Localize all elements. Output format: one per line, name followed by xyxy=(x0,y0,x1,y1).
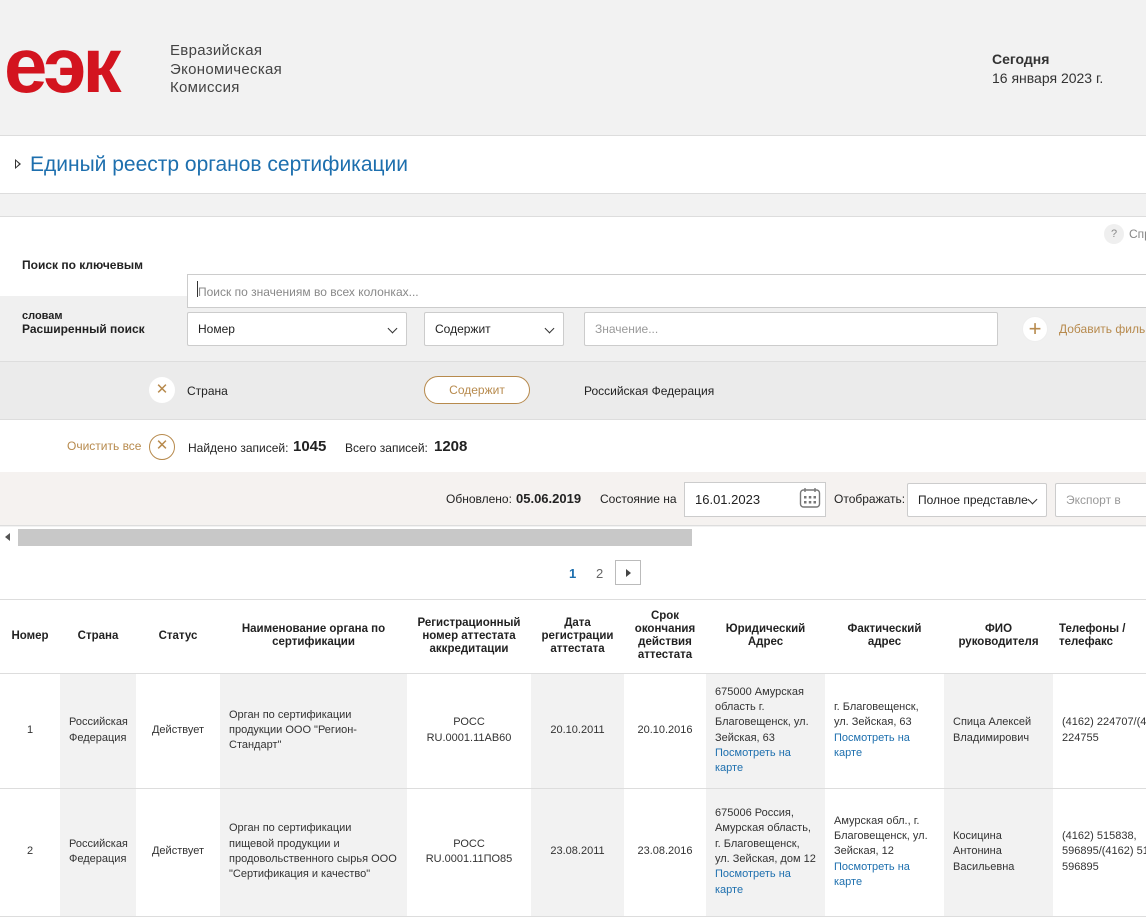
table-header-row: Номер Страна Статус Наименование органа … xyxy=(0,600,1146,674)
column-header[interactable]: ФИО руководителя xyxy=(944,600,1053,674)
eek-logo[interactable]: еэк xyxy=(4,28,160,106)
view-on-map-link[interactable]: Посмотреть на карте xyxy=(834,860,935,891)
clear-all-button[interactable]: Очистить все xyxy=(67,439,141,453)
chevron-down-icon xyxy=(1027,494,1038,505)
export-select[interactable]: Экспорт в xyxy=(1055,483,1146,517)
chevron-down-icon xyxy=(544,323,555,334)
help-link[interactable]: Спр xyxy=(1129,227,1146,241)
org-name: Евразийская Экономическая Комиссия xyxy=(170,42,282,98)
cell-legal-address: 675006 Россия, Амурская область, г. Благ… xyxy=(706,788,825,917)
display-mode-value: Полное представле xyxy=(918,493,1028,507)
org-name-line-3: Комиссия xyxy=(170,79,240,96)
logo-text: еэк xyxy=(4,28,122,106)
found-label: Найдено записей: xyxy=(188,441,289,455)
column-header[interactable]: Срок окончания действия аттестата xyxy=(624,600,706,674)
clear-all-icon[interactable]: ✕ xyxy=(149,434,175,460)
remove-filter-icon[interactable]: ✕ xyxy=(149,377,175,403)
table-row[interactable]: 2 Российская Федерация Действует Орган п… xyxy=(0,788,1146,917)
column-header[interactable]: Юридический Адрес xyxy=(706,600,825,674)
cell-phones: (4162) 224707/(4162) 224755 xyxy=(1053,673,1146,789)
cell-name: Орган по сертификации пищевой продукции … xyxy=(220,788,407,917)
actual-address-text: г. Благовещенск, ул. Зейская, 63 xyxy=(834,700,919,729)
column-header[interactable]: Страна xyxy=(60,600,136,674)
export-select-value: Экспорт в xyxy=(1066,493,1121,507)
found-count: 1045 xyxy=(293,438,327,455)
cell-actual-address: Амурская обл., г. Благовещенск, ул. Зейс… xyxy=(825,788,944,917)
column-header[interactable]: Дата регистрации аттестата xyxy=(531,600,624,674)
active-filter-field: Страна xyxy=(187,384,228,398)
cell-reg-date: 20.10.2011 xyxy=(531,673,624,789)
calendar-icon[interactable] xyxy=(799,487,821,509)
view-on-map-link[interactable]: Посмотреть на карте xyxy=(715,867,816,898)
actual-address-text: Амурская обл., г. Благовещенск, ул. Зейс… xyxy=(834,814,928,858)
column-header[interactable]: Телефоны / телефакс xyxy=(1053,600,1146,674)
org-name-line-2: Экономическая xyxy=(170,60,283,78)
cell-end-date: 23.08.2016 xyxy=(624,788,706,917)
view-on-map-link[interactable]: Посмотреть на карте xyxy=(715,746,816,777)
text-cursor xyxy=(197,281,198,297)
column-header[interactable]: Фактический адрес xyxy=(825,600,944,674)
results-table-wrapper: Номер Страна Статус Наименование органа … xyxy=(0,599,1146,917)
cell-actual-address: г. Благовещенск, ул. Зейская, 63 Посмотр… xyxy=(825,673,944,789)
chevron-down-icon xyxy=(387,323,398,334)
cell-country: Российская Федерация xyxy=(60,673,136,789)
cell-end-date: 20.10.2016 xyxy=(624,673,706,789)
next-page-button[interactable] xyxy=(615,560,641,585)
cell-status: Действует xyxy=(136,673,220,789)
keyword-search-label-2: словам xyxy=(22,310,63,322)
legal-address-text: 675000 Амурская область г. Благовещенск,… xyxy=(715,685,809,744)
results-table: Номер Страна Статус Наименование органа … xyxy=(0,600,1146,917)
today-date: 16 января 2023 г. xyxy=(992,70,1104,86)
total-label: Всего записей: xyxy=(345,441,428,455)
today-label: Сегодня xyxy=(992,51,1050,67)
view-on-map-link[interactable]: Посмотреть на карте xyxy=(834,731,935,762)
advanced-search-label: Расширенный поиск xyxy=(22,322,145,336)
state-date-label: Состояние на xyxy=(600,492,677,506)
cell-head: Косицина Антонина Васильевна xyxy=(944,788,1053,917)
cell-name: Орган по сертификации продукции ООО "Рег… xyxy=(220,673,407,789)
column-header[interactable]: Наименование органа по сертификации xyxy=(220,600,407,674)
total-count: 1208 xyxy=(434,438,468,455)
filter-value-input[interactable]: Значение... xyxy=(584,312,998,346)
legal-address-text: 675006 Россия, Амурская область, г. Благ… xyxy=(715,807,816,865)
cell-head: Спица Алексей Владимирович xyxy=(944,673,1053,789)
page-title: Единый реестр органов сертификации xyxy=(30,153,408,176)
scroll-left-arrow-icon[interactable] xyxy=(5,533,10,541)
plus-icon[interactable]: + xyxy=(1022,316,1048,342)
collapse-triangle-icon[interactable] xyxy=(15,159,21,169)
active-filter-value: Российская Федерация xyxy=(584,384,715,398)
cell-reg-date: 23.08.2011 xyxy=(531,788,624,917)
cell-reg-number: РОСС RU.0001.11АВ60 xyxy=(407,673,531,789)
display-label: Отображать: xyxy=(834,492,906,506)
cell-phones: (4162) 515838, 596895/(4162) 515838, 596… xyxy=(1053,788,1146,917)
cell-reg-number: РОСС RU.0001.11ПО85 xyxy=(407,788,531,917)
column-header[interactable]: Регистрационный номер аттестата аккредит… xyxy=(407,600,531,674)
add-filter-button[interactable]: Добавить филь xyxy=(1059,322,1145,336)
cell-status: Действует xyxy=(136,788,220,917)
cell-number: 2 xyxy=(0,788,60,917)
table-row[interactable]: 1 Российская Федерация Действует Орган п… xyxy=(0,673,1146,789)
scrollbar-thumb[interactable] xyxy=(18,529,692,546)
updated-label: Обновлено: xyxy=(446,492,512,506)
updated-date: 05.06.2019 xyxy=(516,491,582,506)
field-select[interactable]: Номер xyxy=(187,312,407,346)
keyword-search-input[interactable]: Поиск по значениям во всех колонках... xyxy=(187,274,1146,308)
condition-select-value: Содержит xyxy=(435,322,491,336)
display-mode-select[interactable]: Полное представле xyxy=(907,483,1047,517)
condition-select[interactable]: Содержит xyxy=(424,312,564,346)
org-name-line-1: Евразийская xyxy=(170,42,263,59)
help-icon[interactable]: ? xyxy=(1104,224,1124,244)
page-1-link[interactable]: 1 xyxy=(569,566,576,581)
cell-country: Российская Федерация xyxy=(60,788,136,917)
active-filter-condition[interactable]: Содержит xyxy=(424,376,530,404)
page-2-link[interactable]: 2 xyxy=(596,566,603,581)
field-select-value: Номер xyxy=(198,322,235,336)
cell-number: 1 xyxy=(0,673,60,789)
keyword-search-label: Поиск по ключевым xyxy=(22,258,143,272)
cell-legal-address: 675000 Амурская область г. Благовещенск,… xyxy=(706,673,825,789)
column-header[interactable]: Статус xyxy=(136,600,220,674)
column-header[interactable]: Номер xyxy=(0,600,60,674)
